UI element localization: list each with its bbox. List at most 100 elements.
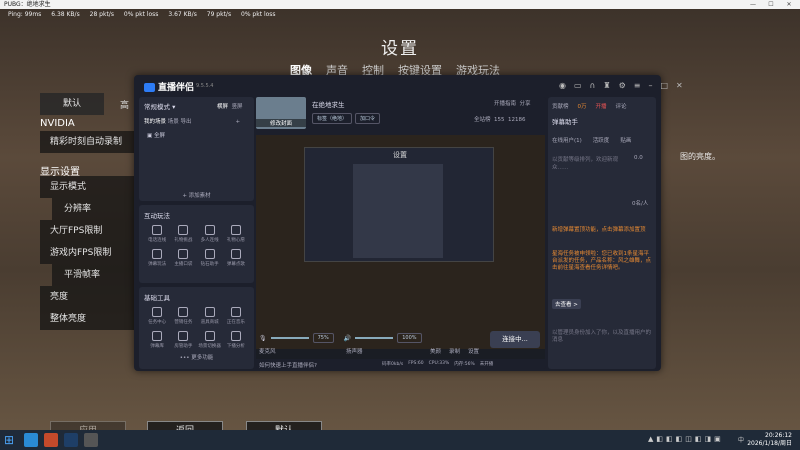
analysis-item[interactable]: 下播分析 <box>223 331 249 349</box>
pocket-item[interactable]: 主播口袋 <box>170 249 196 267</box>
maximize-icon[interactable]: □ <box>660 81 668 90</box>
gift-challenge-item[interactable]: 礼物挑战 <box>170 225 196 243</box>
preview-title: 设置 <box>393 151 407 159</box>
scene-item[interactable]: ▣ 全屏 <box>147 131 165 139</box>
minimize-icon[interactable]: – <box>648 81 652 90</box>
scene-panel: 常规模式 ▾ 横屏 竖屏 我的场景 场景 导出 + ▣ 全屏 + 添加素材 <box>139 97 254 201</box>
interact-grid: 电话连线 礼物挑战 多人连线 礼物心愿 弹幕玩法 主播口袋 钻石助手 弹幕点歌 <box>144 225 249 267</box>
more-features-button[interactable]: ••• 更多功能 <box>144 353 249 361</box>
speaker-icon[interactable]: 🔊 <box>344 335 351 342</box>
room-admin-item[interactable]: 房管助手 <box>170 331 196 349</box>
go-live-button[interactable]: 连接中... <box>490 331 540 348</box>
out-rate: 3.67 KB/s <box>168 11 197 18</box>
metrics: 全站榜 155 12186 <box>474 115 526 123</box>
window-title: PUBG：绝地求生 <box>4 1 51 8</box>
shop-icon <box>204 307 215 317</box>
shirt-icon[interactable]: ♜ <box>603 81 610 90</box>
export-tab[interactable]: 导出 <box>181 119 192 125</box>
display-mode-item[interactable]: 显示模式 <box>40 176 134 198</box>
stream-title[interactable]: 在绝地求生 <box>312 99 345 109</box>
my-scene-tab[interactable]: 我的场景 <box>144 119 166 125</box>
rank-label[interactable]: 全站榜 <box>474 117 491 123</box>
tray-icons[interactable]: ▲◧◧◧◫◧◨▣ <box>648 435 724 443</box>
add-source-button[interactable]: + 添加素材 <box>139 191 254 199</box>
multi-link-item[interactable]: 多人连线 <box>197 225 223 243</box>
app-icon-1[interactable] <box>24 433 38 447</box>
scene-switch-item[interactable]: 场景切换器 <box>197 331 223 349</box>
share-link[interactable]: 分享 <box>520 101 531 107</box>
beauty-button[interactable]: 美颜 <box>430 347 441 355</box>
lobby-fps-item[interactable]: 大厅FPS限制 <box>40 220 134 242</box>
preview-inner <box>353 164 443 258</box>
task-center-item[interactable]: 任务中心 <box>144 307 170 325</box>
clock[interactable]: 20:26:12 2026/1/18/周日 <box>747 432 792 448</box>
app-brand: 直播伴侣 <box>144 80 194 93</box>
help-tip[interactable]: 如何快速上手直播伴侣? <box>259 361 317 369</box>
nvidia-heading: NVIDIA <box>40 118 75 129</box>
chart-icon <box>230 331 241 341</box>
gift-icon <box>230 225 241 235</box>
maximize-icon[interactable]: ☐ <box>764 0 778 9</box>
brightness-item[interactable]: 亮度 <box>40 286 134 308</box>
phone-link-item[interactable]: 电话连线 <box>144 225 170 243</box>
cover-thumbnail[interactable]: 修改封面 <box>256 97 306 129</box>
landscape-tab[interactable]: 横屏 <box>217 104 228 110</box>
minimize-icon[interactable]: — <box>746 0 760 9</box>
windows-start-icon[interactable]: ⊞ <box>4 433 18 447</box>
overall-brightness-item[interactable]: 整体亮度 <box>40 308 134 330</box>
online-users-tab[interactable]: 在线用户(1) <box>552 136 582 144</box>
speaker-slider[interactable] <box>355 337 394 339</box>
steam-icon[interactable] <box>64 433 78 447</box>
marketing-item[interactable]: 营销任务 <box>170 307 196 325</box>
view-task-link[interactable]: 去查看 > <box>552 299 581 309</box>
top-actions: 开播指南 分享 <box>494 99 531 107</box>
app-icon-2[interactable] <box>44 433 58 447</box>
mode-dropdown[interactable]: 常规模式 ▾ <box>144 101 175 111</box>
music-item[interactable]: 正在音乐 <box>223 307 249 325</box>
ingame-fps-item[interactable]: 游戏内FPS限制 <box>40 242 134 264</box>
gear-icon[interactable]: ⚙ <box>619 81 626 90</box>
preset-high-tab[interactable]: 高 <box>120 98 129 111</box>
contribution-tab[interactable]: 贡献榜 <box>552 102 569 110</box>
pocket-icon <box>178 249 189 259</box>
danmu-lib-item[interactable]: 弹幕库 <box>144 331 170 349</box>
menu-icon[interactable]: ≡ <box>634 81 641 90</box>
admin-tip: 以管理员身份加入了你，以及直播用户的消息 <box>552 330 652 343</box>
list-icon <box>152 331 163 341</box>
smooth-frame-item[interactable]: 平滑帧率 <box>52 264 134 286</box>
ping-stat: Ping: 99ms <box>8 11 42 18</box>
sticker-tab[interactable]: 贴画 <box>620 136 631 144</box>
guide-link[interactable]: 开播指南 <box>494 101 516 107</box>
message-icon[interactable]: ▭ <box>574 81 582 90</box>
preset-default-tab[interactable]: 默认 <box>40 93 104 115</box>
close-icon[interactable]: ✕ <box>782 0 796 9</box>
tag-pill[interactable]: 标签（绝地） <box>312 113 353 124</box>
record-button[interactable]: 录制 <box>449 347 460 355</box>
mic-icon[interactable]: 🎙 <box>259 335 267 342</box>
avatar[interactable]: ◉ <box>559 81 566 90</box>
ime-indicator[interactable]: 中 <box>738 435 744 444</box>
settings-button[interactable]: 设置 <box>468 347 479 355</box>
comment-tab[interactable]: 评论 <box>616 102 627 110</box>
mic-slider[interactable] <box>270 337 309 339</box>
user-tabs: 在线用户(1) 活跃度 贴画 <box>552 136 631 144</box>
portrait-tab[interactable]: 竖屏 <box>232 104 243 110</box>
resolution-item[interactable]: 分辨率 <box>52 198 134 220</box>
mic-volume: 75% <box>312 333 334 343</box>
pubg-icon[interactable] <box>84 433 98 447</box>
scene-tab[interactable]: 场景 <box>168 119 179 125</box>
add-scene-icon[interactable]: + <box>236 119 241 125</box>
shop-item[interactable]: 道具商城 <box>197 307 223 325</box>
activity-tab[interactable]: 活跃度 <box>593 136 610 144</box>
nvidia-highlights-item[interactable]: 精彩时刻自动录制 <box>40 131 134 153</box>
diamond-item[interactable]: 钻石助手 <box>197 249 223 267</box>
headset-icon[interactable]: ∩ <box>590 81 596 90</box>
danmu-notice[interactable]: 新增弹幕置顶功能，点击弹幕添加置顶 <box>552 227 652 234</box>
stream-preview[interactable]: 设置 <box>256 135 545 359</box>
code-pill[interactable]: 加口令 <box>355 113 381 124</box>
gift-wish-item[interactable]: 礼物心愿 <box>223 225 249 243</box>
danmu-play-item[interactable]: 弹幕玩法 <box>144 249 170 267</box>
song-request-item[interactable]: 弹幕点歌 <box>223 249 249 267</box>
close-icon[interactable]: ✕ <box>676 81 683 90</box>
diamond-icon <box>204 249 215 259</box>
